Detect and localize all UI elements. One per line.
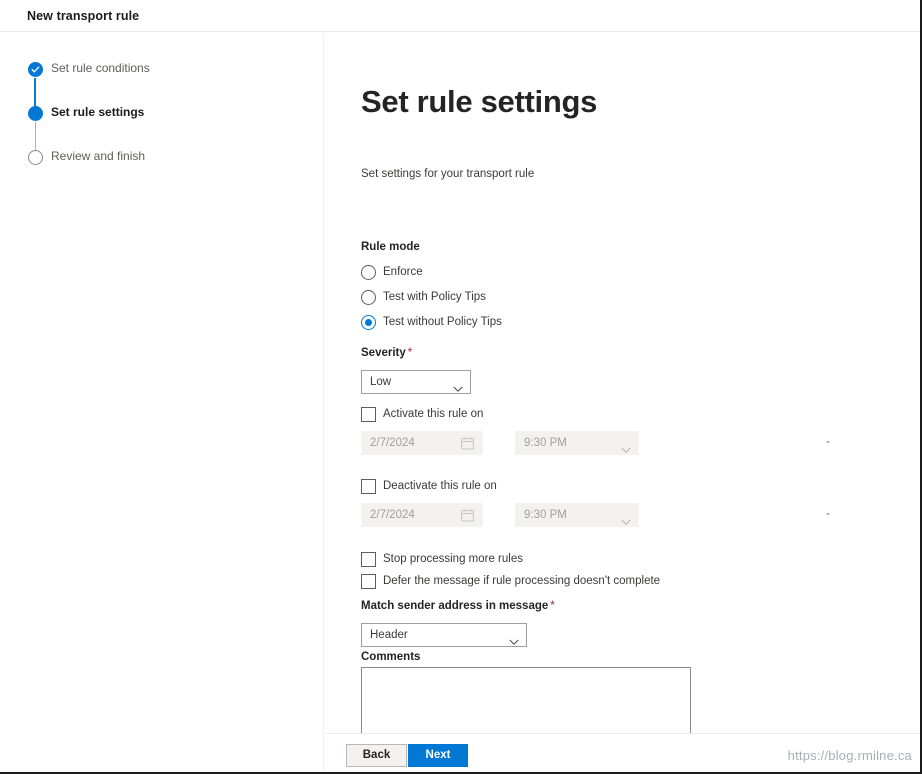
match-sender-label: Match sender address in message *: [361, 600, 555, 612]
radio-enforce-control[interactable]: [361, 265, 376, 280]
activate-date-value: 2/7/2024: [370, 437, 415, 449]
chevron-down-icon: [621, 441, 631, 459]
chevron-down-icon: [621, 513, 631, 531]
deactivate-date-input[interactable]: 2/7/2024: [361, 503, 483, 527]
comments-label: Comments: [361, 651, 421, 663]
radio-test-with-policy-tips-label: Test with Policy Tips: [383, 291, 486, 303]
activate-date-input[interactable]: 2/7/2024: [361, 431, 483, 455]
match-sender-select[interactable]: Header: [361, 623, 527, 647]
activate-rule-checkbox[interactable]: [361, 407, 376, 422]
deactivate-time-value: 9:30 PM: [524, 509, 567, 521]
window-titlebar: New transport rule: [0, 0, 920, 32]
wizard-stepper: Set rule conditions Set rule settings Re…: [28, 61, 298, 194]
match-sender-label-text: Match sender address in message: [361, 600, 549, 612]
stop-processing-label: Stop processing more rules: [383, 553, 523, 565]
stop-processing-checkbox[interactable]: [361, 552, 376, 567]
step-set-rule-conditions[interactable]: Set rule conditions: [28, 61, 298, 106]
step-connector-line: [34, 78, 36, 106]
step-pending-circle-icon: [28, 150, 43, 165]
deactivate-time-input[interactable]: 9:30 PM: [515, 503, 639, 527]
wizard-main-panel: Set rule settings Set settings for your …: [325, 33, 920, 772]
severity-select-value: Low: [370, 376, 392, 388]
deactivate-date-value: 2/7/2024: [370, 509, 415, 521]
window-title: New transport rule: [27, 9, 140, 23]
radio-test-with-policy-tips-control[interactable]: [361, 290, 376, 305]
activate-rule-checkbox-label: Activate this rule on: [383, 408, 484, 420]
page-title: Set rule settings: [361, 84, 598, 119]
step-review-and-finish[interactable]: Review and finish: [28, 149, 298, 194]
severity-select[interactable]: Low: [361, 370, 471, 394]
back-button[interactable]: Back: [346, 744, 407, 767]
match-sender-select-value: Header: [370, 629, 408, 641]
severity-label: Severity *: [361, 347, 412, 359]
step-current-circle-icon: [28, 106, 43, 121]
new-transport-rule-window: New transport rule Set rule conditions S…: [0, 0, 922, 774]
watermark-url: https://blog.rmilne.ca: [787, 748, 912, 763]
severity-required-marker: *: [407, 347, 413, 359]
deactivate-rule-checkbox[interactable]: [361, 479, 376, 494]
step-connector-line: [35, 122, 36, 150]
activate-time-value: 9:30 PM: [524, 437, 567, 449]
radio-test-without-policy-tips-label: Test without Policy Tips: [383, 316, 502, 328]
calendar-icon: [461, 509, 474, 527]
calendar-icon: [461, 437, 474, 455]
activate-time-input[interactable]: 9:30 PM: [515, 431, 639, 455]
step-label-review-and-finish: Review and finish: [51, 149, 146, 163]
chevron-down-icon: [509, 633, 519, 651]
wizard-footer: Back Next https://blog.rmilne.ca: [325, 733, 920, 772]
activate-range-separator: -: [826, 436, 830, 448]
defer-message-checkbox[interactable]: [361, 574, 376, 589]
step-complete-check-icon: [28, 62, 43, 77]
deactivate-rule-checkbox-label: Deactivate this rule on: [383, 480, 497, 492]
chevron-down-icon: [453, 380, 463, 398]
next-button[interactable]: Next: [408, 744, 468, 767]
defer-message-label: Defer the message if rule processing doe…: [383, 575, 661, 587]
deactivate-range-separator: -: [826, 508, 830, 520]
step-set-rule-settings[interactable]: Set rule settings: [28, 105, 298, 150]
radio-enforce-label: Enforce: [383, 266, 423, 278]
wizard-sidebar: Set rule conditions Set rule settings Re…: [0, 33, 324, 772]
match-sender-required-marker: *: [550, 600, 555, 612]
page-subtitle: Set settings for your transport rule: [361, 168, 535, 180]
radio-test-without-policy-tips-control[interactable]: [361, 315, 376, 330]
step-label-set-rule-settings: Set rule settings: [51, 105, 145, 119]
severity-label-text: Severity: [361, 347, 406, 359]
rule-mode-label: Rule mode: [361, 241, 420, 253]
step-label-set-rule-conditions: Set rule conditions: [51, 61, 150, 75]
settings-form: Set rule settings Set settings for your …: [325, 33, 920, 752]
